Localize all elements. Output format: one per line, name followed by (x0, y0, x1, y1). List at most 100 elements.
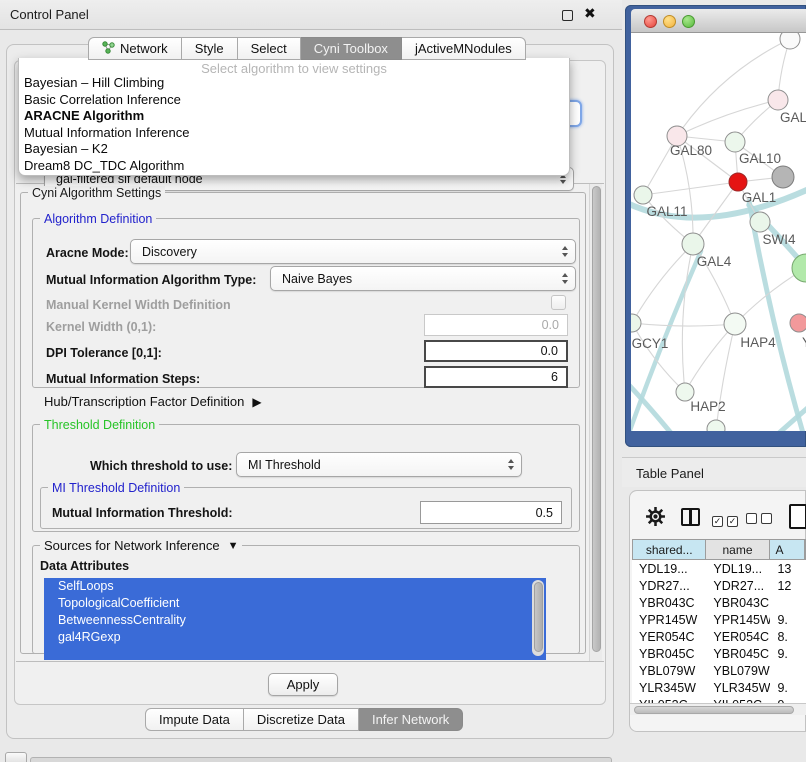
network-window[interactable]: GALGAL80GAL10GAL1GAL11SWI4GAL4GCY1HAP4YH… (625, 5, 806, 447)
settings-scrollbar[interactable] (589, 184, 602, 661)
attribute-item-gal4rgexp[interactable]: gal4RGexp (44, 629, 546, 646)
network-node-greenR[interactable] (792, 254, 806, 282)
tab-label: Cyni Toolbox (314, 41, 388, 56)
checked-pair-icon[interactable]: ✓✓ (712, 511, 742, 529)
table-cell: YDR27... (632, 579, 706, 593)
unchecked-pair-icon[interactable] (746, 511, 776, 529)
table-row[interactable]: YER054CYER054C8. (632, 628, 806, 645)
network-node-gal10[interactable] (725, 132, 745, 152)
table-row[interactable]: YBR045CYBR045C9. (632, 645, 806, 662)
tab-impute-data[interactable]: Impute Data (145, 708, 244, 731)
tab-label: Impute Data (159, 712, 230, 727)
node-label-gal1: GAL1 (742, 190, 777, 205)
combo-stepper-icon (562, 246, 568, 257)
network-view[interactable]: GALGAL80GAL10GAL1GAL11SWI4GAL4GCY1HAP4YH… (631, 33, 806, 431)
network-node-y[interactable] (790, 314, 806, 332)
network-node-gal[interactable] (768, 90, 788, 110)
gear-icon[interactable] (645, 506, 666, 532)
table-header-row: shared...nameA (632, 539, 806, 560)
expand-down-icon: ▼ (228, 540, 239, 552)
which-threshold-label: Which threshold to use: (90, 459, 232, 473)
apply-button[interactable]: Apply (268, 673, 338, 696)
table-cell: YLR345W (706, 681, 770, 695)
table-row[interactable]: YDL19...YDL19...13 (632, 560, 806, 577)
network-node-gcy1[interactable] (631, 314, 641, 332)
attributes-scrollbar[interactable] (532, 580, 544, 656)
dropdown-item-aracne-algorithm[interactable]: ARACNE Algorithm (19, 108, 569, 125)
table-row[interactable]: YLR345WYLR345W9. (632, 679, 806, 696)
table-cell: YBR043C (632, 596, 706, 610)
which-threshold-combo[interactable]: MI Threshold (236, 452, 522, 477)
algorithm-dropdown: Select algorithm to view settings Bayesi… (18, 58, 570, 176)
attribute-item-betweennesscentrality[interactable]: BetweennessCentrality (44, 612, 546, 629)
dropdown-placeholder: Select algorithm to view settings (19, 58, 569, 75)
network-node-gal1[interactable] (729, 173, 747, 191)
attribute-item-topologicalcoefficient[interactable]: TopologicalCoefficient (44, 595, 546, 612)
mi-type-combo[interactable]: Naive Bayes (270, 266, 576, 291)
table-row[interactable]: YPR145WYPR145W9. (632, 611, 806, 628)
aracne-mode-combo[interactable]: Discovery (130, 239, 576, 264)
scrollbar-thumb[interactable] (592, 186, 601, 652)
network-node-hap4[interactable] (724, 313, 746, 335)
sources-toggle[interactable]: Sources for Network Inference ▼ (40, 538, 242, 553)
node-label-gal11: GAL11 (646, 204, 687, 219)
node-label-gal10: GAL10 (739, 151, 781, 166)
tab-cyni-toolbox[interactable]: Cyni Toolbox (301, 37, 402, 60)
tab-label: Discretize Data (257, 712, 345, 727)
dropdown-item-mutual-information-inference[interactable]: Mutual Information Inference (19, 125, 569, 142)
network-node-bottom[interactable] (707, 420, 725, 431)
attribute-item-selfloops[interactable]: SelfLoops (44, 578, 546, 595)
column-header-name[interactable]: name (706, 540, 769, 559)
bottom-panel-edge (30, 757, 612, 762)
manual-kernel-checkbox[interactable] (551, 295, 566, 310)
table-cell: YBL079W (706, 664, 770, 678)
close-panel-icon[interactable]: ✖ (584, 5, 596, 22)
network-node-top[interactable] (780, 33, 800, 49)
column-header-a[interactable]: A (770, 540, 805, 559)
document-icon[interactable] (789, 504, 806, 529)
dropdown-item-bayesian-k2[interactable]: Bayesian – K2 (19, 141, 569, 158)
network-icon (102, 41, 115, 57)
table-cell: YDL19... (706, 562, 770, 576)
table-horizontal-scrollbar[interactable] (630, 703, 806, 715)
tab-discretize-data[interactable]: Discretize Data (244, 708, 359, 731)
network-node-swi4[interactable] (750, 212, 770, 232)
table-row[interactable]: YDR27...YDR27...12 (632, 577, 806, 594)
panel-toggle-button[interactable] (5, 752, 27, 762)
attribute-item-clipped[interactable] (44, 646, 546, 660)
zoom-traffic-light-icon[interactable] (682, 15, 695, 28)
column-header-shared[interactable]: shared... (633, 540, 706, 559)
dropdown-item-basic-correlation-inference[interactable]: Basic Correlation Inference (19, 92, 569, 109)
table-row[interactable]: YBR043CYBR043C (632, 594, 806, 611)
scrollbar-thumb[interactable] (634, 706, 794, 714)
split-columns-icon[interactable] (681, 508, 700, 526)
tab-infer-network[interactable]: Infer Network (359, 708, 463, 731)
scrollbar-thumb[interactable] (534, 582, 543, 652)
network-node-gal11[interactable] (634, 186, 652, 204)
tab-jactivemnodules[interactable]: jActiveMNodules (402, 37, 526, 60)
table-row[interactable]: YBL079WYBL079W (632, 662, 806, 679)
node-label-gcy1: GCY1 (632, 336, 669, 351)
dropdown-item-dream8-dc-tdc-algorithm[interactable]: Dream8 DC_TDC Algorithm (19, 158, 569, 175)
tab-style[interactable]: Style (182, 37, 238, 60)
close-traffic-light-icon[interactable] (644, 15, 657, 28)
screen: Control Panel ✖ NetworkStyleSelectCyni T… (0, 0, 806, 762)
network-node-gal4[interactable] (682, 233, 704, 255)
network-edge (677, 39, 790, 136)
network-node-gray[interactable] (772, 166, 794, 188)
table-row[interactable]: YIL052CYIL052C9. (632, 696, 806, 703)
network-window-titlebar[interactable] (631, 9, 806, 33)
tab-network[interactable]: Network (88, 37, 182, 60)
table-cell: YBR043C (706, 596, 770, 610)
hub-definition-toggle[interactable]: Hub/Transcription Factor Definition ▶ (44, 394, 262, 409)
minimize-traffic-light-icon[interactable] (663, 15, 676, 28)
mi-steps-field[interactable]: 6 (424, 366, 568, 388)
table-panel-title: Table Panel (636, 466, 704, 481)
float-panel-icon[interactable] (562, 10, 573, 21)
dropdown-item-bayesian-hill-climbing[interactable]: Bayesian – Hill Climbing (19, 75, 569, 92)
data-attributes-list[interactable]: SelfLoopsTopologicalCoefficientBetweenne… (44, 578, 546, 660)
mi-threshold-field[interactable]: 0.5 (420, 501, 562, 524)
dpi-tolerance-field[interactable]: 0.0 (424, 340, 568, 362)
mi-type-label: Mutual Information Algorithm Type: (46, 273, 256, 287)
tab-select[interactable]: Select (238, 37, 301, 60)
